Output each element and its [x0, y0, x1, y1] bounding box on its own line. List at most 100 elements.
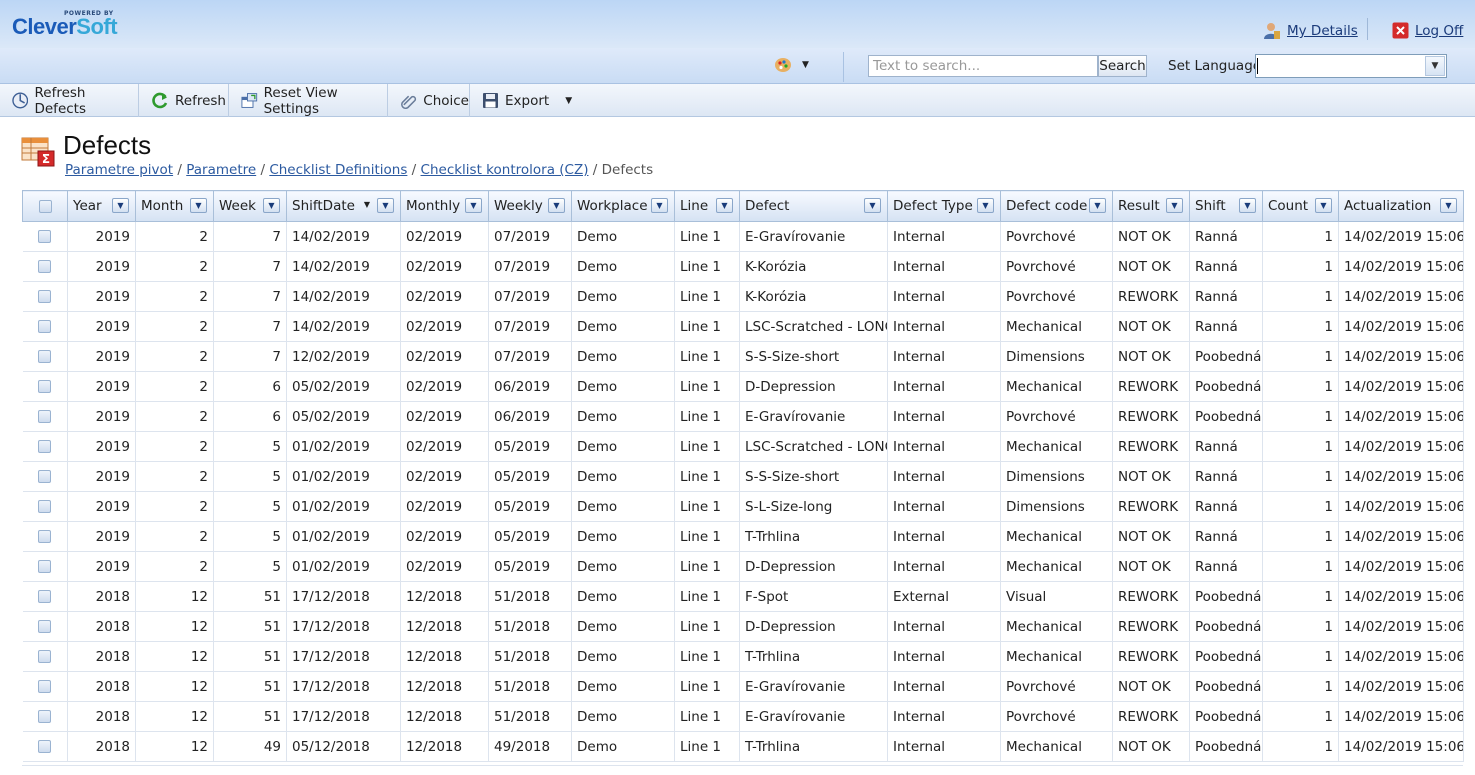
- row-checkbox[interactable]: [38, 560, 52, 573]
- row-select-cell[interactable]: [22, 431, 68, 462]
- row-select-cell[interactable]: [22, 221, 68, 252]
- table-row[interactable]: 2018 12 51 17/12/2018 12/2018 51/2018 Demo Line…: [22, 671, 1464, 702]
- row-checkbox[interactable]: [38, 530, 52, 543]
- row-checkbox[interactable]: [38, 290, 52, 303]
- export-button[interactable]: Export ▼: [470, 84, 578, 117]
- column-header-workplace[interactable]: Workplace ▼: [571, 190, 675, 222]
- table-row[interactable]: 2018 12 51 17/12/2018 12/2018 51/2018 Demo Line…: [22, 701, 1464, 732]
- row-select-cell[interactable]: [22, 251, 68, 282]
- row-select-cell[interactable]: [22, 731, 68, 762]
- row-select-cell[interactable]: [22, 641, 68, 672]
- filter-dropdown-icon[interactable]: ▼: [377, 198, 394, 213]
- filter-dropdown-icon[interactable]: ▼: [1440, 198, 1457, 213]
- filter-dropdown-icon[interactable]: ▼: [1089, 198, 1106, 213]
- row-checkbox[interactable]: [38, 650, 52, 663]
- filter-dropdown-icon[interactable]: ▼: [190, 198, 207, 213]
- column-header-week[interactable]: Week ▼: [213, 190, 287, 222]
- filter-dropdown-icon[interactable]: ▼: [112, 198, 129, 213]
- row-select-cell[interactable]: [22, 521, 68, 552]
- column-header-actualization[interactable]: Actualization ▼: [1338, 190, 1464, 222]
- table-row[interactable]: 2018 12 49 05/12/2018 12/2018 49/2018 Demo Line…: [22, 731, 1464, 762]
- table-row[interactable]: 2019 2 5 01/02/2019 02/2019 05/2019 Demo Line 1…: [22, 551, 1464, 582]
- table-row[interactable]: 2019 2 5 01/02/2019 02/2019 05/2019 Demo Line 1…: [22, 491, 1464, 522]
- breadcrumb-link-checklist-definitions[interactable]: Checklist Definitions: [269, 162, 407, 178]
- filter-dropdown-icon[interactable]: ▼: [1166, 198, 1183, 213]
- filter-dropdown-icon[interactable]: ▼: [864, 198, 881, 213]
- row-select-cell[interactable]: [22, 611, 68, 642]
- table-row[interactable]: 2019 2 6 05/02/2019 02/2019 06/2019 Demo Line 1…: [22, 371, 1464, 402]
- table-row[interactable]: 2019 2 5 01/02/2019 02/2019 05/2019 Demo Line 1…: [22, 461, 1464, 492]
- row-checkbox[interactable]: [38, 350, 52, 363]
- table-row[interactable]: 2018 12 51 17/12/2018 12/2018 51/2018 Demo Line…: [22, 581, 1464, 612]
- breadcrumb-link-parametre[interactable]: Parametre: [186, 162, 256, 178]
- table-row[interactable]: 2019 2 7 14/02/2019 02/2019 07/2019 Demo Line 1…: [22, 281, 1464, 312]
- column-header-shift[interactable]: Shift ▼: [1189, 190, 1263, 222]
- column-header-year[interactable]: Year ▼: [67, 190, 136, 222]
- log-off-link[interactable]: Log Off: [1392, 22, 1463, 39]
- refresh-button[interactable]: Refresh: [139, 84, 229, 117]
- my-details-link[interactable]: My Details: [1263, 22, 1358, 40]
- row-select-cell[interactable]: [22, 281, 68, 312]
- column-header-defect[interactable]: Defect ▼: [739, 190, 888, 222]
- row-checkbox[interactable]: [38, 410, 52, 423]
- row-checkbox[interactable]: [38, 320, 52, 333]
- row-checkbox[interactable]: [38, 380, 52, 393]
- row-select-cell[interactable]: [22, 551, 68, 582]
- filter-dropdown-icon[interactable]: ▼: [548, 198, 565, 213]
- breadcrumb-link-parametre-pivot[interactable]: Parametre pivot: [65, 162, 173, 178]
- filter-dropdown-icon[interactable]: ▼: [651, 198, 668, 213]
- column-header-defect-type[interactable]: Defect Type ▼: [887, 190, 1001, 222]
- row-checkbox[interactable]: [38, 500, 52, 513]
- row-select-cell[interactable]: [22, 461, 68, 492]
- row-select-cell[interactable]: [22, 491, 68, 522]
- row-checkbox[interactable]: [38, 230, 52, 243]
- table-row[interactable]: 2018 12 51 17/12/2018 12/2018 51/2018 Demo Line…: [22, 641, 1464, 672]
- table-row[interactable]: 2019 2 5 01/02/2019 02/2019 05/2019 Demo Line 1…: [22, 431, 1464, 462]
- filter-dropdown-icon[interactable]: ▼: [1239, 198, 1256, 213]
- column-header-month[interactable]: Month ▼: [135, 190, 214, 222]
- filter-dropdown-icon[interactable]: ▼: [977, 198, 994, 213]
- column-header-defect-code[interactable]: Defect code ▼: [1000, 190, 1113, 222]
- reset-view-settings-button[interactable]: Reset View Settings: [229, 84, 388, 117]
- row-checkbox[interactable]: [38, 590, 52, 603]
- theme-picker[interactable]: ▼: [774, 57, 809, 73]
- select-all-header[interactable]: [22, 190, 68, 222]
- row-checkbox[interactable]: [38, 470, 52, 483]
- search-input[interactable]: Text to search...: [868, 55, 1098, 77]
- row-checkbox[interactable]: [38, 710, 52, 723]
- table-row[interactable]: 2019 2 7 12/02/2019 02/2019 07/2019 Demo Line 1…: [22, 341, 1464, 372]
- row-select-cell[interactable]: [22, 701, 68, 732]
- filter-dropdown-icon[interactable]: ▼: [716, 198, 733, 213]
- column-header-count[interactable]: Count ▼: [1262, 190, 1339, 222]
- row-select-cell[interactable]: [22, 371, 68, 402]
- select-all-checkbox[interactable]: [38, 199, 52, 213]
- column-header-line[interactable]: Line ▼: [674, 190, 740, 222]
- row-checkbox[interactable]: [38, 440, 52, 453]
- table-row[interactable]: 2019 2 5 01/02/2019 02/2019 05/2019 Demo Line 1…: [22, 521, 1464, 552]
- filter-dropdown-icon[interactable]: ▼: [465, 198, 482, 213]
- row-select-cell[interactable]: [22, 401, 68, 432]
- column-header-result[interactable]: Result ▼: [1112, 190, 1190, 222]
- row-checkbox[interactable]: [38, 680, 52, 693]
- breadcrumb-link-checklist-kontrolora[interactable]: Checklist kontrolora (CZ): [421, 162, 589, 178]
- row-select-cell[interactable]: [22, 311, 68, 342]
- filter-dropdown-icon[interactable]: ▼: [263, 198, 280, 213]
- table-row[interactable]: 2019 2 7 14/02/2019 02/2019 07/2019 Demo Line 1…: [22, 311, 1464, 342]
- table-row[interactable]: 2019 2 6 05/02/2019 02/2019 06/2019 Demo Line 1…: [22, 401, 1464, 432]
- table-row[interactable]: 2019 2 7 14/02/2019 02/2019 07/2019 Demo Line 1…: [22, 221, 1464, 252]
- search-button[interactable]: Search: [1098, 55, 1147, 77]
- chevron-down-icon[interactable]: ▼: [1425, 56, 1445, 76]
- row-select-cell[interactable]: [22, 581, 68, 612]
- column-header-monthly[interactable]: Monthly ▼: [400, 190, 489, 222]
- row-checkbox[interactable]: [38, 740, 52, 753]
- row-checkbox[interactable]: [38, 620, 52, 633]
- row-select-cell[interactable]: [22, 341, 68, 372]
- language-select[interactable]: ▼: [1255, 54, 1447, 78]
- column-header-shiftdate[interactable]: ShiftDate ▼ ▼: [286, 190, 401, 222]
- choice-button[interactable]: Choice: [388, 84, 470, 117]
- filter-dropdown-icon[interactable]: ▼: [1315, 198, 1332, 213]
- column-header-weekly[interactable]: Weekly ▼: [488, 190, 572, 222]
- refresh-defects-button[interactable]: Refresh Defects: [0, 84, 139, 117]
- row-checkbox[interactable]: [38, 260, 52, 273]
- table-row[interactable]: 2018 12 51 17/12/2018 12/2018 51/2018 Demo Line…: [22, 611, 1464, 642]
